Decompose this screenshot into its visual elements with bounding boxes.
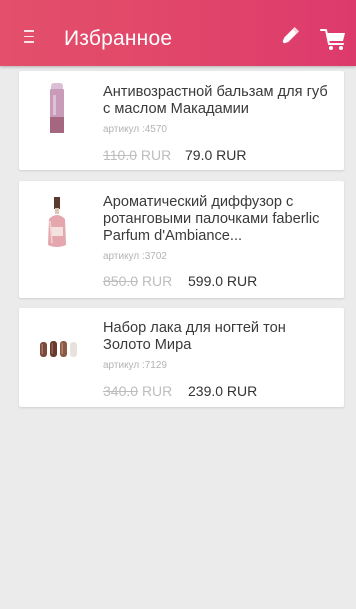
old-price-currency: RUR bbox=[141, 383, 173, 399]
app-header: Избранное bbox=[0, 0, 356, 66]
favorite-item[interactable]: Ароматический диффузор с ротанговыми пал… bbox=[19, 181, 344, 298]
old-price: 110.0 RUR bbox=[103, 147, 171, 163]
old-price-currency: RUR bbox=[140, 147, 172, 163]
menu-icon[interactable] bbox=[24, 30, 34, 43]
old-price: 850.0 RUR bbox=[103, 273, 172, 289]
old-price-value: 110.0 bbox=[103, 147, 137, 163]
product-name[interactable]: Антивозрастной бальзам для губ с маслом … bbox=[103, 84, 332, 118]
product-image-lip-balm bbox=[50, 83, 64, 140]
pencil-icon[interactable] bbox=[276, 24, 302, 50]
cart-icon[interactable] bbox=[318, 23, 348, 53]
new-price: 599.0 RUR bbox=[188, 273, 258, 289]
new-price: 239.0 RUR bbox=[188, 383, 258, 399]
product-sku: артикул :3702 bbox=[103, 251, 167, 262]
page-title: Избранное bbox=[64, 27, 173, 50]
old-price-value: 340.0 bbox=[103, 383, 139, 399]
product-name[interactable]: Ароматический диффузор с ротанговыми пал… bbox=[103, 194, 332, 245]
product-name[interactable]: Набор лака для ногтей тон Золото Мира bbox=[103, 320, 332, 354]
old-price-value: 850.0 bbox=[103, 273, 139, 289]
product-sku: артикул :4570 bbox=[103, 124, 167, 135]
favorite-item[interactable]: Набор лака для ногтей тон Золото Мира ар… bbox=[19, 308, 344, 407]
product-image-nail-polish bbox=[40, 340, 78, 363]
product-image-diffuser bbox=[46, 197, 68, 254]
favorite-item[interactable]: Антивозрастной бальзам для губ с маслом … bbox=[19, 71, 344, 170]
new-price: 79.0 RUR bbox=[185, 147, 247, 163]
product-sku: артикул :7129 bbox=[103, 360, 167, 371]
old-price: 340.0 RUR bbox=[103, 383, 172, 399]
old-price-currency: RUR bbox=[141, 273, 173, 289]
